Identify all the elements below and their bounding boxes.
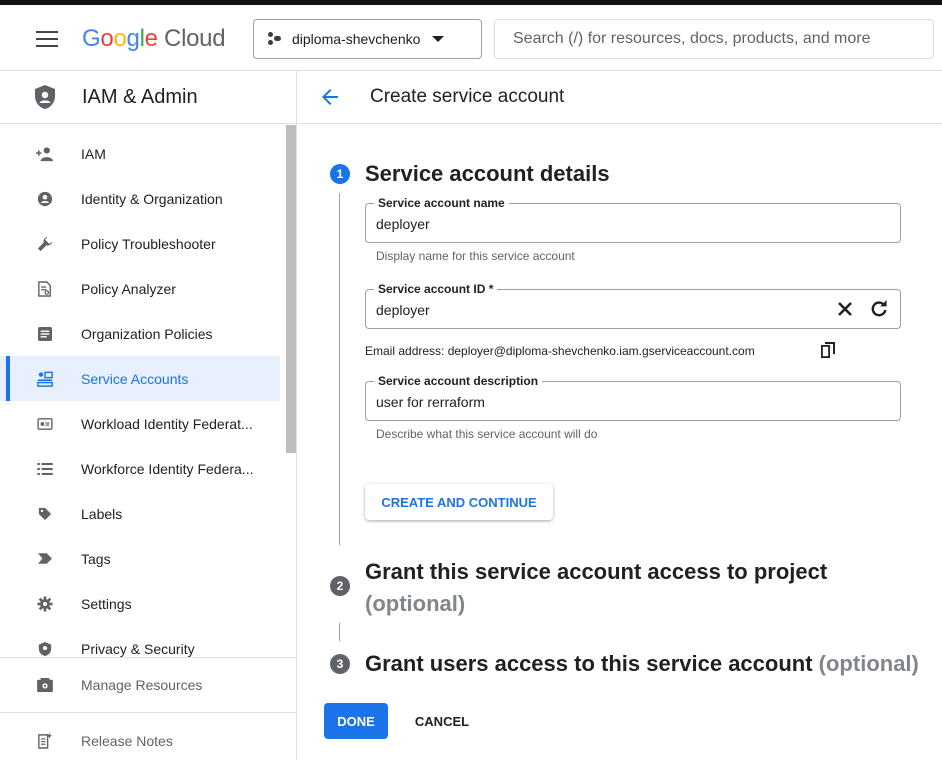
sidebar-item-labels[interactable]: Labels (0, 491, 280, 536)
sidebar-item-organization-policies[interactable]: Organization Policies (0, 311, 280, 356)
sidebar-item-policy-analyzer[interactable]: Policy Analyzer (0, 266, 280, 311)
clear-icon[interactable] (835, 299, 855, 319)
google-cloud-logo[interactable]: Google Cloud (82, 25, 226, 53)
step-3-title: Grant users access to this service accou… (365, 651, 919, 677)
sidebar-nav: IAM Identity & Organization Policy Troub… (0, 131, 280, 671)
service-account-description-label: Service account description (374, 374, 543, 388)
refresh-icon[interactable] (869, 299, 889, 319)
sidebar-item-label: Organization Policies (81, 325, 213, 342)
sidebar-item-label: Manage Resources (81, 677, 203, 693)
project-picker[interactable]: diploma-shevchenko (253, 19, 482, 59)
logo-cloud-text: Cloud (164, 25, 226, 52)
step-1-title: Service account details (365, 161, 610, 186)
sidebar-item-policy-troubleshooter[interactable]: Policy Troubleshooter (0, 221, 280, 266)
search-input[interactable]: Search (/) for resources, docs, products… (494, 19, 934, 59)
copy-icon[interactable] (821, 342, 835, 358)
logo-google-text: Google (82, 25, 158, 52)
service-account-name-field[interactable]: Service account name (365, 196, 901, 243)
label-icon (36, 505, 54, 523)
sidebar-item-label: Identity & Organization (81, 190, 223, 207)
sidebar-item-label: Release Notes (81, 732, 173, 749)
step-2-title-text: Grant this service account access to pro… (365, 559, 828, 584)
cancel-button[interactable]: CANCEL (402, 703, 482, 739)
page-title: Create service account (370, 86, 565, 107)
sidebar: IAM & Admin IAM Identity & Organization … (0, 71, 297, 760)
service-account-description-hint: Describe what this service account will … (376, 427, 598, 441)
sidebar-item-release-notes[interactable]: Release Notes (0, 713, 296, 760)
project-name: diploma-shevchenko (292, 31, 421, 47)
sidebar-item-iam[interactable]: IAM (0, 131, 280, 176)
sidebar-item-label: Service Accounts (81, 370, 189, 387)
gear-icon (36, 595, 54, 613)
sidebar-item-workforce-identity[interactable]: Workforce Identity Federa... (0, 446, 280, 491)
service-account-id-label: Service account ID * (374, 282, 498, 296)
step-connector-line (339, 193, 340, 545)
page-header: Create service account (298, 71, 942, 124)
step-2-optional: (optional) (365, 591, 466, 616)
top-bar: Google Cloud diploma-shevchenko Search (… (0, 5, 942, 71)
list-icon (36, 460, 54, 478)
wrench-icon (36, 235, 54, 253)
sidebar-item-identity-organization[interactable]: Identity & Organization (0, 176, 280, 221)
sidebar-item-workload-identity[interactable]: Workload Identity Federat... (0, 401, 280, 446)
project-icon (268, 32, 282, 46)
sidebar-header: IAM & Admin (0, 71, 296, 124)
service-account-id-field[interactable]: Service account ID * (365, 282, 901, 329)
create-and-continue-button[interactable]: CREATE AND CONTINUE (365, 484, 553, 520)
sidebar-scrollbar[interactable] (286, 125, 296, 453)
article-icon (36, 325, 54, 343)
service-account-name-input[interactable] (376, 216, 816, 232)
badge-icon (36, 415, 54, 433)
hamburger-menu-icon[interactable] (36, 31, 58, 47)
sidebar-item-label: IAM (81, 145, 106, 162)
sidebar-item-label: Settings (81, 595, 132, 612)
dropdown-caret-icon (432, 36, 445, 42)
service-account-id-input[interactable] (376, 302, 816, 318)
service-account-name-label: Service account name (374, 196, 509, 210)
step-3-number: 3 (330, 654, 350, 674)
sidebar-item-manage-resources[interactable]: Manage Resources (0, 658, 296, 713)
sidebar-item-settings[interactable]: Settings (0, 581, 280, 626)
done-button[interactable]: DONE (324, 703, 388, 739)
person-add-icon (36, 145, 54, 163)
sidebar-item-label: Workload Identity Federat... (81, 415, 253, 432)
sidebar-item-label: Policy Troubleshooter (81, 235, 216, 252)
step-3-title-text: Grant users access to this service accou… (365, 651, 813, 676)
tag-icon (36, 550, 54, 568)
sidebar-item-tags[interactable]: Tags (0, 536, 280, 581)
service-account-description-field[interactable]: Service account description (365, 374, 901, 421)
step-connector-line (339, 623, 340, 641)
main-content: Create service account 1 Service account… (298, 71, 942, 760)
service-account-icon (36, 370, 54, 388)
service-account-description-input[interactable] (376, 394, 816, 410)
shield-icon (36, 640, 54, 658)
sidebar-item-label: Tags (81, 550, 111, 567)
service-account-name-hint: Display name for this service account (376, 249, 575, 263)
sidebar-item-label: Policy Analyzer (81, 280, 176, 297)
back-arrow-icon[interactable] (318, 85, 342, 109)
step-2-title: Grant this service account access to pro… (365, 556, 835, 620)
step-2-number: 2 (330, 576, 350, 596)
sidebar-item-service-accounts[interactable]: Service Accounts (0, 356, 280, 401)
email-address-text: Email address: deployer@diploma-shevchen… (365, 344, 755, 358)
release-notes-icon (36, 732, 54, 750)
sidebar-item-label: Workforce Identity Federa... (81, 460, 254, 477)
document-search-icon (36, 280, 54, 298)
sidebar-footer: Manage Resources Release Notes (0, 657, 296, 760)
step-1-number: 1 (330, 164, 350, 184)
sidebar-item-label: Privacy & Security (81, 640, 195, 657)
account-circle-icon (36, 190, 54, 208)
step-3-optional: (optional) (818, 651, 919, 676)
manage-resources-icon (36, 676, 54, 694)
shield-icon (35, 85, 55, 109)
sidebar-title: IAM & Admin (82, 85, 198, 108)
sidebar-item-label: Labels (81, 505, 123, 522)
